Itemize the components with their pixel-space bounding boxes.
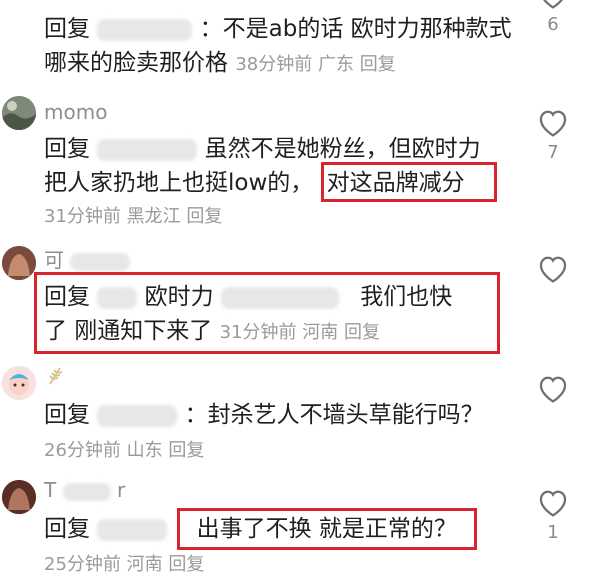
highlight-box xyxy=(177,508,477,550)
comment-time: 25分钟前 xyxy=(44,554,121,575)
highlight-box xyxy=(34,272,500,354)
reply-prefix: 回复 xyxy=(44,516,90,542)
comment-text: 哪来的脸卖那价格 xyxy=(44,50,228,76)
like-count: 6 xyxy=(547,14,559,35)
like-count: 1 xyxy=(547,522,559,543)
avatar-image xyxy=(2,246,36,280)
comment-body: 回复 ：封杀艺人不墙头草能行吗？ xyxy=(44,400,484,430)
comment-text: ：封杀艺人不墙头草能行吗？ xyxy=(184,402,484,428)
comment-item: momo 回复 虽然不是她粉丝，但欧时力 把人家扔地上也挺low的， 对这品牌减… xyxy=(0,90,600,230)
reply-prefix: 回复 xyxy=(44,16,90,42)
heart-outline-icon xyxy=(539,490,567,517)
like-button[interactable]: 1 xyxy=(535,486,571,543)
heart-outline-icon xyxy=(539,376,567,403)
comment-meta: 25分钟前 河南 回复 xyxy=(44,550,204,580)
username-text: 可 xyxy=(44,248,64,272)
avatar-image xyxy=(2,480,36,514)
heart-outline-icon xyxy=(539,110,567,137)
like-button[interactable] xyxy=(535,252,571,284)
comment-location: 广东 xyxy=(317,54,354,75)
comment-body-line2: 哪来的脸卖那价格 38分钟前 广东 回复 xyxy=(44,48,396,80)
comment-text: 把人家扔地上也挺low的， xyxy=(44,170,314,196)
like-button[interactable]: 6 xyxy=(535,0,571,35)
reply-prefix: 回复 xyxy=(44,402,90,428)
redacted-username xyxy=(62,482,111,501)
comment-body: 回复 ：不是ab的话 欧时力那种款式 xyxy=(44,14,512,44)
redacted-username xyxy=(97,518,168,541)
like-button[interactable]: 7 xyxy=(535,106,571,163)
avatar[interactable] xyxy=(2,366,36,400)
reply-button[interactable]: 回复 xyxy=(168,440,204,461)
redacted-username xyxy=(97,18,193,41)
reply-button[interactable]: 回复 xyxy=(186,206,222,227)
username-text: T xyxy=(44,478,57,502)
heart-outline-icon xyxy=(543,0,563,9)
comment-location: 黑龙江 xyxy=(126,206,181,227)
comment-text: 虽然不是她粉丝，但欧时力 xyxy=(204,136,481,162)
comment-time: 31分钟前 xyxy=(44,206,121,227)
comment-item: T r 回复 出事了不换 就是正常的？ 25分钟前 河南 回复 1 xyxy=(0,476,600,575)
username[interactable] xyxy=(44,364,68,393)
redacted-username xyxy=(97,404,178,427)
username-text: r xyxy=(116,478,126,502)
redacted-username xyxy=(97,138,198,161)
reply-prefix: 回复 xyxy=(44,136,90,162)
username[interactable]: T r xyxy=(44,478,125,502)
avatar-image xyxy=(2,366,36,400)
avatar[interactable] xyxy=(2,246,36,280)
comment-meta: 31分钟前 黑龙江 回复 xyxy=(44,202,222,232)
comment-body: 回复 虽然不是她粉丝，但欧时力 xyxy=(44,134,481,164)
comment-time: 26分钟前 xyxy=(44,440,121,461)
avatar[interactable] xyxy=(2,480,36,514)
reply-button[interactable]: 回复 xyxy=(360,54,396,75)
comment-time: 38分钟前 xyxy=(235,54,313,75)
comment-meta: 26分钟前 山东 回复 xyxy=(44,436,204,466)
avatar[interactable] xyxy=(2,96,36,130)
comment-item: 可 回复 欧时力 我们也快 了 刚通知下来了 31分钟前 河南 回复 xyxy=(0,238,600,358)
comment-item: 回复 ：封杀艺人不墙头草能行吗？ 26分钟前 山东 回复 xyxy=(0,362,600,472)
redacted-username xyxy=(70,252,131,271)
comment-location: 河南 xyxy=(126,554,163,575)
highlight-box xyxy=(321,162,497,202)
like-count: 7 xyxy=(547,142,559,163)
username[interactable]: momo xyxy=(44,100,107,124)
username[interactable]: 可 xyxy=(44,244,131,273)
like-button[interactable] xyxy=(535,372,571,404)
heart-outline-icon xyxy=(539,256,567,283)
wheat-icon xyxy=(49,367,63,385)
comment-item: 回复 ：不是ab的话 欧时力那种款式 哪来的脸卖那价格 38分钟前 广东 回复 … xyxy=(0,0,600,90)
reply-button[interactable]: 回复 xyxy=(168,554,204,575)
comment-text: ：不是ab的话 欧时力那种款式 xyxy=(199,16,512,42)
comment-location: 山东 xyxy=(126,440,163,461)
avatar-image xyxy=(2,96,36,130)
